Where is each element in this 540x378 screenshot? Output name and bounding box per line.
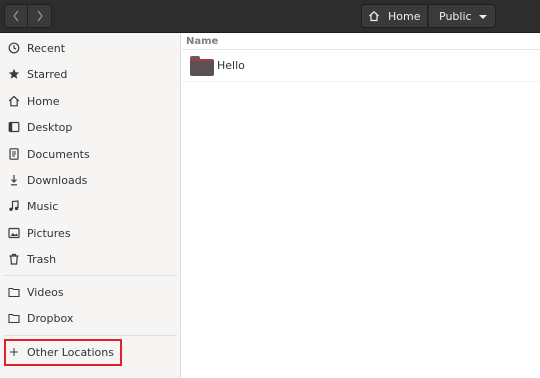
home-icon [369, 10, 379, 22]
picture-icon [8, 227, 20, 239]
highlight-box [4, 339, 122, 366]
sidebar-item-downloads[interactable]: Downloads [0, 167, 181, 193]
header-bar: Home Public [0, 0, 540, 33]
sidebar-item-label: Desktop [27, 120, 73, 134]
sidebar-item-label: Documents [27, 147, 90, 161]
dropdown-arrow-icon [479, 15, 487, 19]
sidebar-item-label: Home [27, 94, 60, 108]
column-header-name[interactable]: Name [182, 33, 540, 50]
sidebar-item-videos[interactable]: Videos [0, 279, 181, 305]
sidebar-separator [4, 275, 177, 276]
folder-icon [8, 286, 20, 298]
sidebar: Recent Starred Home Desktop Documents Do… [0, 33, 181, 378]
file-view: Name Hello [182, 33, 540, 378]
path-public-button[interactable]: Public [428, 4, 496, 28]
sidebar-item-pictures[interactable]: Pictures [0, 220, 181, 246]
file-row[interactable]: Hello [182, 50, 540, 82]
folder-icon [8, 312, 20, 324]
sidebar-item-home[interactable]: Home [0, 88, 181, 114]
sidebar-item-recent[interactable]: Recent [0, 35, 181, 61]
sidebar-item-label: Recent [27, 41, 66, 55]
file-name: Hello [217, 59, 245, 72]
sidebar-item-music[interactable]: Music [0, 193, 181, 219]
sidebar-item-label: Music [27, 199, 59, 213]
document-icon [8, 148, 20, 160]
sidebar-item-dropbox[interactable]: Dropbox [0, 305, 181, 331]
back-button[interactable] [4, 4, 28, 28]
path-bar: Home Public [361, 4, 496, 28]
path-home-button[interactable]: Home [361, 4, 428, 28]
desktop-icon [8, 121, 20, 133]
clock-icon [8, 42, 20, 54]
forward-button[interactable] [28, 4, 52, 28]
path-public-label: Public [439, 9, 472, 23]
sidebar-separator [4, 335, 177, 336]
sidebar-item-label: Starred [27, 67, 68, 81]
folder-icon [190, 55, 214, 76]
music-icon [8, 200, 20, 212]
chevron-left-icon [13, 10, 19, 22]
sidebar-item-label: Dropbox [27, 311, 74, 325]
sidebar-item-trash[interactable]: Trash [0, 246, 181, 272]
sidebar-item-label: Pictures [27, 226, 71, 240]
sidebar-item-label: Downloads [27, 173, 88, 187]
home-icon [8, 95, 20, 107]
trash-icon [8, 253, 20, 265]
sidebar-item-label: Videos [27, 285, 64, 299]
sidebar-item-desktop[interactable]: Desktop [0, 114, 181, 140]
path-home-label: Home [388, 9, 421, 23]
chevron-right-icon [36, 10, 43, 22]
sidebar-item-label: Trash [27, 252, 57, 266]
download-icon [8, 174, 20, 186]
sidebar-item-starred[interactable]: Starred [0, 61, 181, 87]
sidebar-item-documents[interactable]: Documents [0, 141, 181, 167]
star-icon [8, 68, 20, 80]
